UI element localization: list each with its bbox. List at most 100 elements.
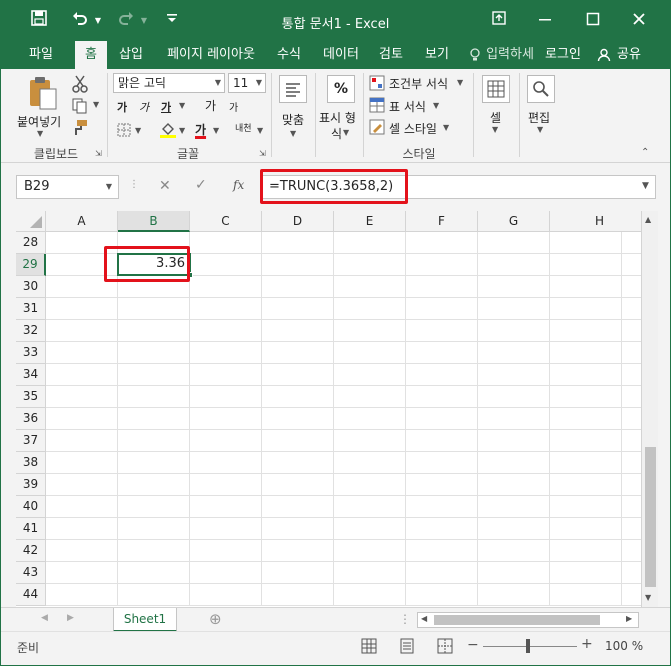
percent-icon[interactable]: %	[327, 75, 355, 103]
underline-dropdown-icon[interactable]: ▼	[179, 101, 185, 110]
underline-button[interactable]: 가	[161, 99, 171, 115]
row-header-32[interactable]: 32	[16, 320, 46, 342]
italic-button[interactable]: 가	[139, 99, 149, 115]
collapse-ribbon-icon[interactable]: ⌃	[641, 147, 649, 158]
name-box[interactable]: B29 ▼	[16, 175, 119, 199]
horizontal-scrollbar[interactable]: ◀ ▶	[417, 612, 639, 628]
row-header-35[interactable]: 35	[16, 386, 46, 408]
row-header-34[interactable]: 34	[16, 364, 46, 386]
row-header-42[interactable]: 42	[16, 540, 46, 562]
zoom-in-icon[interactable]: +	[581, 636, 593, 652]
zoom-level[interactable]: 100 %	[605, 639, 643, 653]
tab-home[interactable]: 홈	[75, 41, 107, 69]
row-header-31[interactable]: 31	[16, 298, 46, 320]
tab-page-layout[interactable]: 페이지 레이아웃	[159, 41, 263, 69]
phonetic-button[interactable]: 내천	[235, 121, 252, 134]
copy-icon[interactable]	[71, 97, 89, 118]
font-color-button[interactable]: 가	[195, 121, 206, 138]
format-table-button[interactable]: 표 서식	[389, 98, 426, 115]
column-header-a[interactable]: A	[46, 211, 118, 232]
conditional-format-icon[interactable]	[369, 75, 385, 94]
editing-dropdown-icon[interactable]: ▼	[537, 125, 543, 134]
row-header-36[interactable]: 36	[16, 408, 46, 430]
share-button[interactable]: 공유	[613, 41, 645, 69]
cut-icon[interactable]	[71, 75, 89, 96]
scroll-down-icon[interactable]: ▼	[645, 593, 651, 602]
column-header-e[interactable]: E	[334, 211, 406, 232]
bold-button[interactable]: 가	[117, 99, 127, 115]
font-size-combo[interactable]: 11 ▼	[228, 73, 266, 93]
cell-styles-dropdown-icon[interactable]: ▼	[443, 123, 449, 132]
paste-icon[interactable]	[27, 75, 59, 111]
vertical-scrollbar[interactable]: ▲ ▼	[641, 211, 658, 607]
h-scroll-thumb[interactable]	[434, 615, 600, 625]
number-format-button-line1[interactable]: 표시 형	[319, 109, 356, 126]
row-header-40[interactable]: 40	[16, 496, 46, 518]
prev-sheet-icon[interactable]: ◀	[41, 613, 48, 623]
column-header-b[interactable]: B	[118, 211, 190, 232]
paste-button[interactable]: 붙여넣기	[17, 113, 61, 130]
alignment-dropdown-icon[interactable]: ▼	[290, 129, 296, 138]
copy-dropdown-icon[interactable]: ▼	[93, 100, 99, 109]
minimize-icon[interactable]	[533, 9, 557, 33]
select-all-corner[interactable]	[16, 211, 46, 232]
page-break-view-icon[interactable]	[437, 638, 453, 657]
alignment-button[interactable]: 맞춤	[282, 111, 304, 128]
fill-dropdown-icon[interactable]: ▼	[179, 126, 185, 135]
number-format-button-line2[interactable]: 식	[331, 125, 342, 142]
phonetic-dropdown-icon[interactable]: ▼	[257, 126, 263, 135]
row-header-39[interactable]: 39	[16, 474, 46, 496]
column-header-f[interactable]: F	[406, 211, 478, 232]
paste-dropdown-icon[interactable]: ▼	[37, 129, 43, 138]
row-header-38[interactable]: 38	[16, 452, 46, 474]
format-table-icon[interactable]	[369, 97, 385, 116]
column-header-h[interactable]: H	[550, 211, 641, 232]
tab-view[interactable]: 보기	[417, 41, 457, 69]
shrink-font-button[interactable]: 가	[229, 99, 238, 114]
maximize-icon[interactable]	[581, 9, 605, 33]
chevron-down-icon[interactable]: ▼	[106, 176, 112, 198]
cancel-icon[interactable]: ✕	[159, 178, 171, 194]
row-header-37[interactable]: 37	[16, 430, 46, 452]
font-launcher-icon[interactable]: ⇲	[259, 149, 266, 158]
row-header-30[interactable]: 30	[16, 276, 46, 298]
tab-insert[interactable]: 삽입	[111, 41, 151, 69]
enter-icon[interactable]: ✓	[195, 177, 207, 193]
borders-dropdown-icon[interactable]: ▼	[135, 126, 141, 135]
column-header-c[interactable]: C	[190, 211, 262, 232]
font-color-dropdown-icon[interactable]: ▼	[213, 126, 219, 135]
scroll-thumb[interactable]	[645, 447, 656, 587]
sign-in-link[interactable]: 로그인	[541, 41, 585, 69]
spreadsheet-grid[interactable]: A B C D E F G H 28 29 30 31 32 33 34 35 36 37 38 39 40 41 42 43…	[16, 211, 641, 607]
tab-formulas[interactable]: 수식	[269, 41, 309, 69]
zoom-slider-thumb[interactable]	[526, 639, 530, 653]
editing-button[interactable]: 편집	[528, 109, 550, 126]
clipboard-launcher-icon[interactable]: ⇲	[95, 149, 102, 158]
zoom-slider[interactable]	[483, 646, 577, 647]
expand-formula-icon[interactable]: ▼	[642, 181, 649, 191]
page-layout-view-icon[interactable]	[399, 638, 415, 657]
cell-styles-icon[interactable]	[369, 119, 385, 138]
cells-dropdown-icon[interactable]: ▼	[492, 125, 498, 134]
row-header-43[interactable]: 43	[16, 562, 46, 584]
cells-icon[interactable]	[482, 75, 510, 103]
conditional-format-button[interactable]: 조건부 서식	[389, 75, 448, 92]
row-header-28[interactable]: 28	[16, 232, 46, 254]
search-icon[interactable]	[527, 75, 555, 103]
font-name-combo[interactable]: 맑은 고딕 ▼	[113, 73, 225, 93]
fill-color-icon[interactable]	[159, 121, 177, 142]
column-header-d[interactable]: D	[262, 211, 334, 232]
tab-review[interactable]: 검토	[371, 41, 411, 69]
row-header-29[interactable]: 29	[16, 254, 46, 276]
scroll-right-icon[interactable]: ▶	[626, 614, 632, 623]
add-sheet-icon[interactable]: ⊕	[209, 610, 222, 628]
row-header-41[interactable]: 41	[16, 518, 46, 540]
conditional-format-dropdown-icon[interactable]: ▼	[457, 78, 463, 87]
number-dropdown-icon[interactable]: ▼	[343, 128, 349, 137]
normal-view-icon[interactable]	[361, 638, 377, 657]
next-sheet-icon[interactable]: ▶	[67, 613, 74, 623]
format-table-dropdown-icon[interactable]: ▼	[433, 101, 439, 110]
zoom-out-icon[interactable]: −	[467, 637, 479, 653]
ribbon-display-icon[interactable]	[487, 9, 511, 33]
cells-button[interactable]: 셀	[490, 109, 501, 126]
